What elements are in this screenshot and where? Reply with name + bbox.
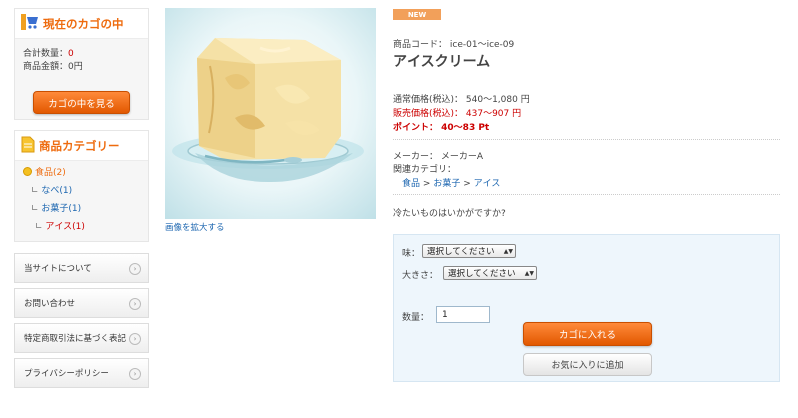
order-box: 味： 選択してください ▲▼ 大きさ： 選択してください ▲▼ 数量： 1 カゴ… xyxy=(393,234,780,382)
product-code-label: 商品コード： xyxy=(393,40,448,50)
quantity-input[interactable]: 1 xyxy=(436,306,490,323)
side-link-legal[interactable]: 特定商取引法に基づく表記 › xyxy=(14,323,149,353)
cart-title: 現在のカゴの中 xyxy=(43,16,124,31)
side-link-label: お問い合わせ xyxy=(24,299,76,309)
breadcrumb-ice[interactable]: アイス xyxy=(474,179,501,189)
tree-branch-icon: ∟ xyxy=(31,204,39,214)
zoom-image-link[interactable]: 画像を拡大する xyxy=(165,221,225,233)
side-link-label: 特定商取引法に基づく表記 xyxy=(24,334,127,344)
product-code-line: 商品コード： ice-01～ice-09 xyxy=(393,37,514,50)
divider xyxy=(393,139,780,140)
category-item-label: 食品(2) xyxy=(35,168,66,178)
quantity-label: 数量： xyxy=(402,313,430,323)
breadcrumb-okashi[interactable]: お菓子 xyxy=(433,179,460,189)
cart-amount-value: 0円 xyxy=(68,62,83,72)
ice-cream-illustration xyxy=(172,38,364,183)
related-category-label: 関連カテゴリ： xyxy=(393,165,457,175)
product-description: 冷たいものはいかがですか? xyxy=(393,209,506,219)
tree-branch-icon: ∟ xyxy=(31,186,39,196)
cart-qty-label: 合計数量： xyxy=(23,49,69,59)
select-arrows-icon: ▲▼ xyxy=(524,269,534,277)
side-link-contact[interactable]: お問い合わせ › xyxy=(14,288,149,318)
regular-price-value: 540～1,080 円 xyxy=(465,95,530,105)
arrow-right-icon: › xyxy=(129,333,141,345)
taste-select-value: 選択してください xyxy=(427,247,495,257)
cart-qty-value: 0 xyxy=(68,49,74,59)
breadcrumb-separator: > xyxy=(422,179,431,189)
sale-price-value: 437～907 円 xyxy=(465,109,522,119)
taste-label: 味： xyxy=(402,249,421,259)
breadcrumb: 食品 > お菓子 > アイス xyxy=(402,176,500,189)
category-item-label: アイス(1) xyxy=(45,222,85,232)
size-select[interactable]: 選択してください ▲▼ xyxy=(443,266,537,280)
size-select-value: 選択してください xyxy=(448,269,516,279)
arrow-right-icon: › xyxy=(129,263,141,275)
add-to-cart-button[interactable]: カゴに入れる xyxy=(523,322,652,346)
category-item-food[interactable]: 食品(2) xyxy=(15,164,148,182)
cart-box: 現在のカゴの中 合計数量：0 商品金額：0円 カゴの中を見る xyxy=(14,8,149,120)
side-link-about[interactable]: 当サイトについて › xyxy=(14,253,149,283)
cart-icon xyxy=(21,14,39,33)
regular-price-label: 通常価格(税込)： xyxy=(393,95,464,105)
breadcrumb-food[interactable]: 食品 xyxy=(402,179,420,189)
cart-header: 現在のカゴの中 xyxy=(15,9,148,39)
arrow-right-icon: › xyxy=(129,368,141,380)
circle-bullet-icon xyxy=(23,167,32,176)
category-item-ice[interactable]: ∟ アイス(1) xyxy=(15,218,148,236)
add-to-favorites-button[interactable]: お気に入りに追加 xyxy=(523,353,652,376)
category-item-okashi[interactable]: ∟ お菓子(1) xyxy=(15,200,148,218)
cart-amount-line: 商品金額：0円 xyxy=(15,61,148,74)
size-label: 大きさ： xyxy=(402,271,439,281)
product-name: アイスクリーム xyxy=(393,54,491,70)
maker-label: メーカー： xyxy=(393,152,439,162)
category-box: 商品カテゴリー 食品(2) ∟ なべ(1) ∟ お菓子(1) ∟ アイス(1) xyxy=(14,130,149,242)
side-link-label: 当サイトについて xyxy=(24,264,92,274)
divider xyxy=(393,194,780,195)
side-link-label: プライバシーポリシー xyxy=(24,369,109,379)
category-item-nabe[interactable]: ∟ なべ(1) xyxy=(15,182,148,200)
sale-price-line: 販売価格(税込)： 437～907 円 xyxy=(393,106,521,119)
category-title: 商品カテゴリー xyxy=(39,138,120,153)
new-badge: NEW xyxy=(393,9,441,20)
select-arrows-icon: ▲▼ xyxy=(503,247,513,255)
point-label: ポイント： xyxy=(393,123,439,133)
category-item-label: お菓子(1) xyxy=(41,204,82,214)
breadcrumb-separator: > xyxy=(463,179,471,189)
maker-line: メーカー： メーカーA xyxy=(393,149,483,162)
view-cart-button[interactable]: カゴの中を見る xyxy=(33,91,130,114)
taste-select[interactable]: 選択してください ▲▼ xyxy=(422,244,516,258)
side-link-privacy[interactable]: プライバシーポリシー › xyxy=(14,358,149,388)
product-code-value: ice-01～ice-09 xyxy=(449,40,515,50)
point-value: 40～83 Pt xyxy=(441,123,490,133)
tree-branch-icon: ∟ xyxy=(35,222,43,232)
product-image[interactable] xyxy=(165,8,376,219)
cart-qty-line: 合計数量：0 xyxy=(15,48,148,61)
sale-price-label: 販売価格(税込)： xyxy=(393,109,464,119)
cart-amount-label: 商品金額： xyxy=(23,62,69,72)
category-header: 商品カテゴリー xyxy=(15,131,148,161)
maker-value: メーカーA xyxy=(440,152,484,162)
regular-price-line: 通常価格(税込)： 540～1,080 円 xyxy=(393,92,530,105)
category-item-label: なべ(1) xyxy=(41,186,73,196)
arrow-right-icon: › xyxy=(129,298,141,310)
document-icon xyxy=(21,136,35,156)
point-line: ポイント： 40～83 Pt xyxy=(393,120,489,133)
